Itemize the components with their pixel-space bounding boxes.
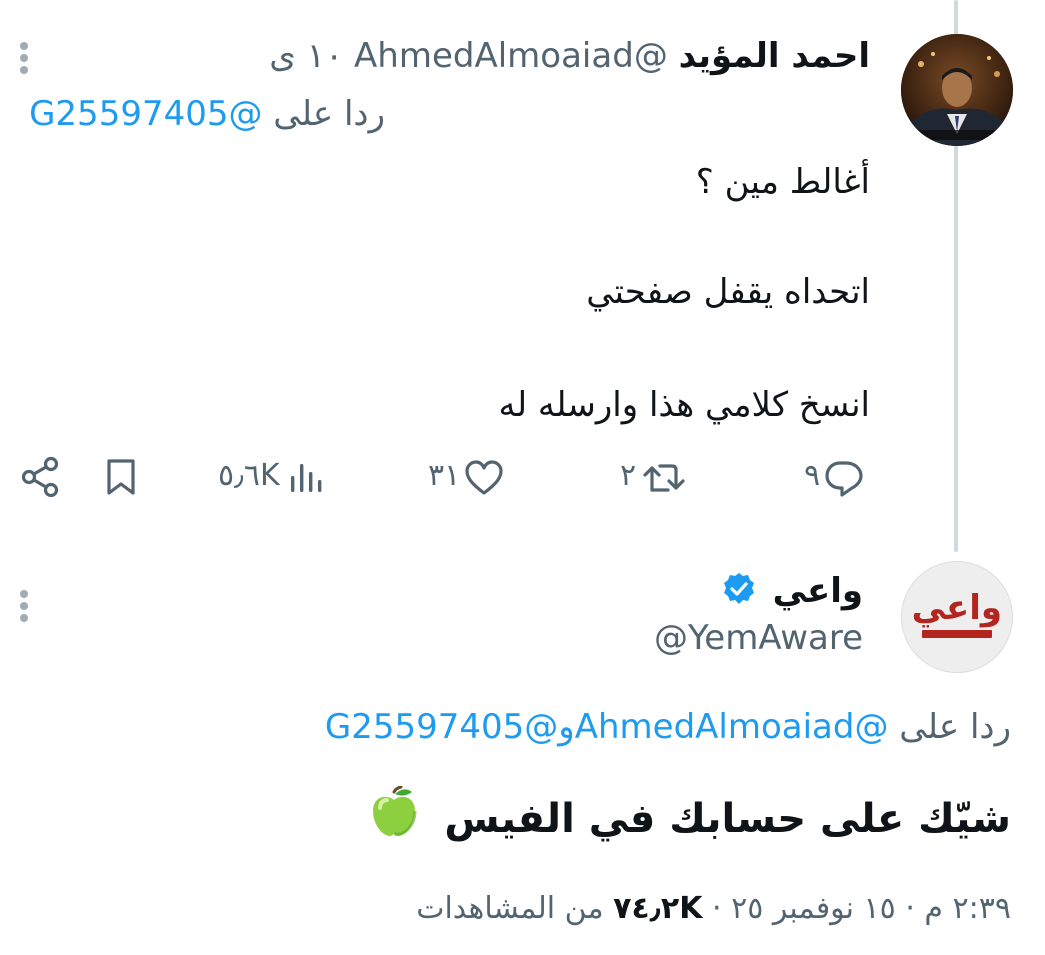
author-handle[interactable]: @AhmedAlmoaiad — [354, 36, 668, 76]
tweet-1-line-2: اتحداه يقفل صفحتي — [586, 272, 870, 312]
tweet-2-text-row: شيّك على حسابك في الفيس — [368, 786, 1011, 845]
avatar-photo — [901, 34, 1013, 146]
meta-views-label: من المشاهدات — [416, 891, 604, 926]
tweet-2-name-row: واعي — [722, 570, 863, 612]
tweet-2-meta: ٢:٣٩ م · ١٥ نوفمبر ٢٥ · ٧٤٫٢K من المشاهد… — [416, 888, 1011, 930]
tweet-1-line-3: انسخ كلامي هذا وارسله له — [498, 385, 870, 425]
views-count: ٥٫٦K — [218, 458, 280, 493]
like-icon — [464, 460, 504, 496]
more-icon[interactable] — [18, 40, 30, 76]
green-apple-icon — [368, 786, 420, 838]
reply-mention[interactable]: @G25597405 — [29, 94, 262, 134]
tweet-time[interactable]: ١٠ ى — [269, 36, 343, 76]
reply-icon — [822, 458, 866, 498]
reply-label-2: ردا على — [899, 707, 1011, 747]
reply-to-line-2: ردا على @AhmedAlmoaiadو@G25597405 — [325, 706, 1011, 748]
tweet-1-line-1: أغالط مين ؟ — [695, 162, 870, 202]
avatar-yemaware[interactable]: واعي — [901, 561, 1013, 673]
avatar-logo-bar — [922, 630, 992, 638]
reply-label: ردا على — [273, 94, 385, 134]
reply-mention-2[interactable]: @G25597405 — [325, 707, 558, 747]
views-button[interactable]: ٥٫٦K — [218, 454, 328, 498]
author-handle-2[interactable]: @YemAware — [654, 617, 863, 659]
reply-connector: و — [558, 707, 575, 747]
reply-to-line: ردا على @G25597405 — [29, 94, 385, 134]
author-name[interactable]: احمد المؤيد — [679, 36, 870, 76]
meta-date[interactable]: ١٥ نوفمبر ٢٥ — [731, 891, 896, 926]
retweet-button[interactable]: ٢ — [616, 454, 696, 498]
reply-count: ٩ — [804, 458, 821, 493]
author-name-2[interactable]: واعي — [773, 571, 863, 611]
like-count: ٣١ — [428, 458, 461, 493]
views-icon — [288, 460, 324, 494]
tweet-2-text: شيّك على حسابك في الفيس — [444, 796, 1011, 842]
verified-badge-icon — [722, 572, 756, 606]
meta-sep-1: · — [905, 891, 915, 926]
meta-time[interactable]: ٢:٣٩ م — [924, 891, 1011, 926]
bookmark-icon[interactable] — [104, 458, 138, 496]
meta-views: ٧٤٫٢K — [613, 891, 703, 926]
reply-mention-1[interactable]: @AhmedAlmoaiad — [575, 707, 889, 747]
avatar-logo-text: واعي — [911, 588, 1002, 628]
more-icon-2[interactable] — [18, 588, 30, 624]
reply-button[interactable]: ٩ — [800, 454, 872, 498]
tweet-1-header: احمد المؤيد @AhmedAlmoaiad ١٠ ى — [269, 36, 870, 76]
meta-sep-2: · — [712, 891, 722, 926]
retweet-icon — [642, 460, 686, 496]
avatar-ahmed[interactable] — [901, 34, 1013, 146]
share-icon[interactable] — [20, 456, 62, 498]
like-button[interactable]: ٣١ — [428, 454, 508, 498]
retweet-count: ٢ — [620, 458, 637, 493]
